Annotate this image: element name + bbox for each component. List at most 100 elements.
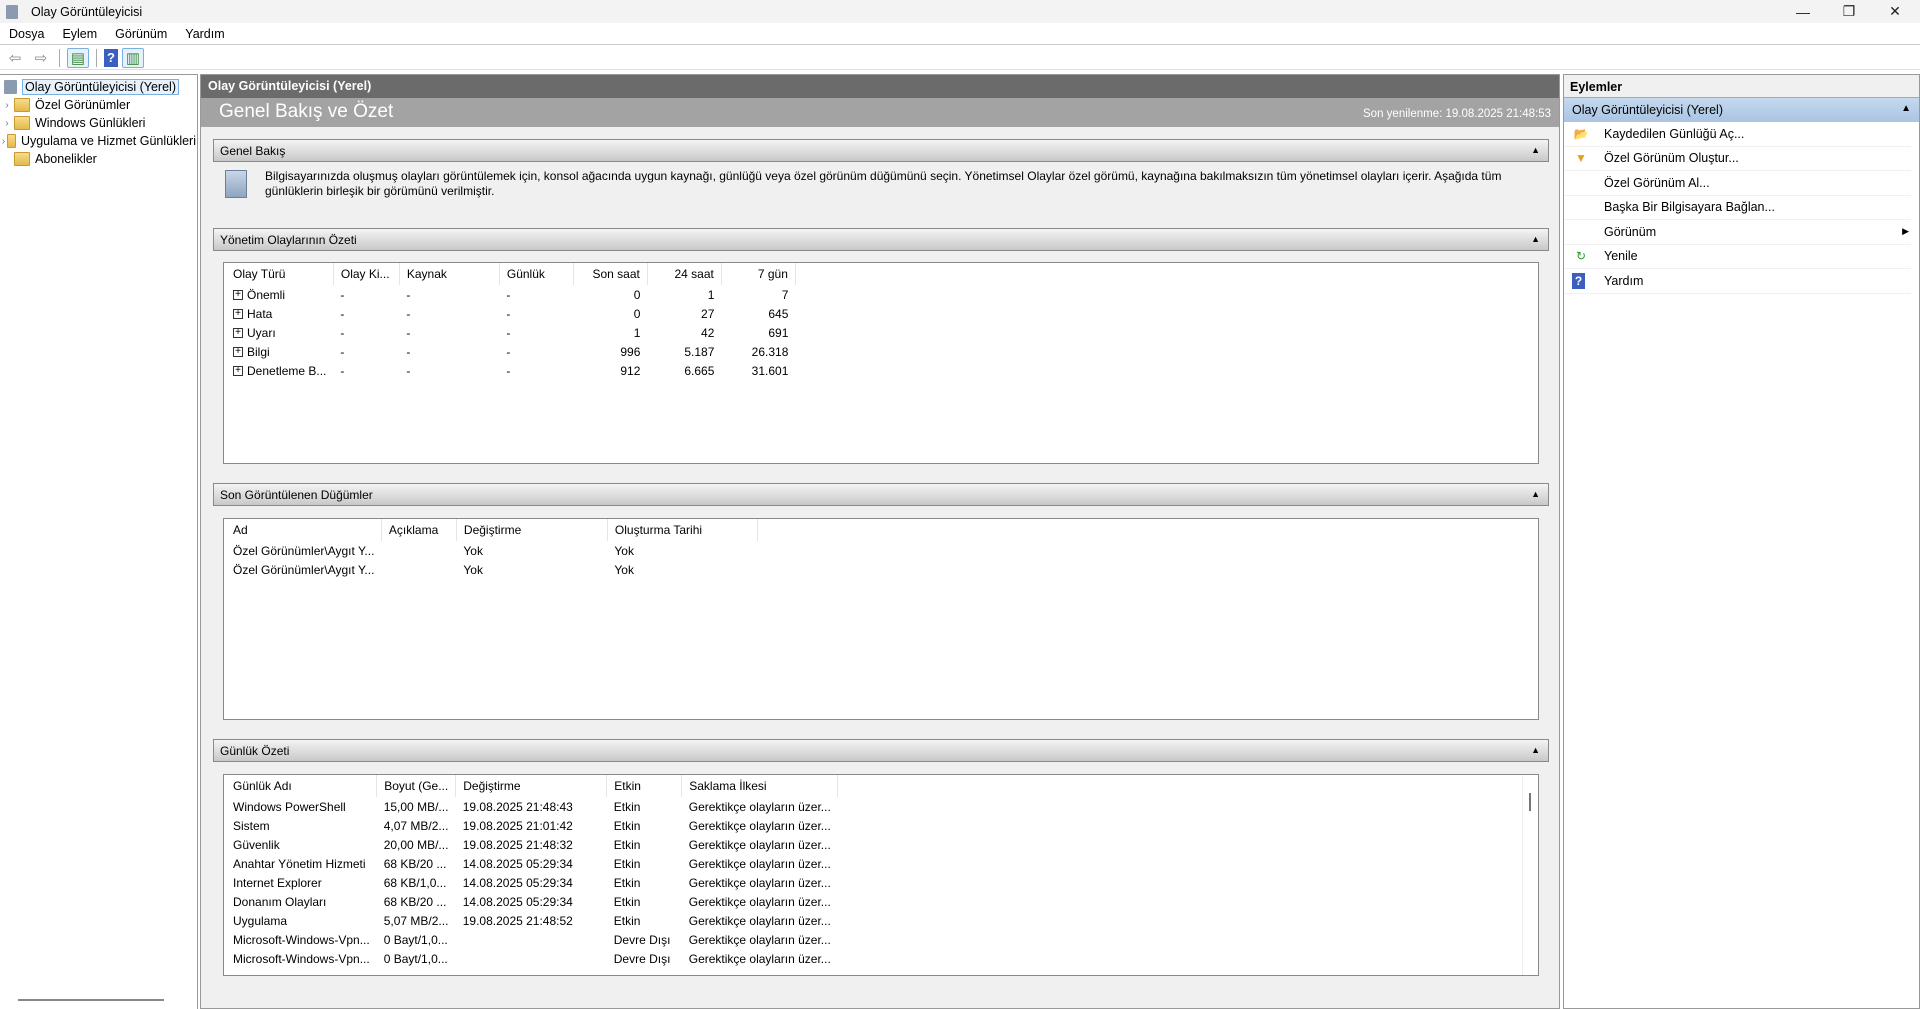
collapse-caret-icon[interactable]: ▲ (1531, 145, 1540, 155)
section-admin-summary-header[interactable]: Yönetim Olaylarının Özeti ▲ (213, 228, 1549, 251)
table-row[interactable]: Özel Görünümler\Aygıt Y... Yok Yok (226, 560, 757, 579)
column-header[interactable]: Kaynak (399, 263, 500, 285)
logs-folder-icon (14, 116, 30, 130)
column-header[interactable]: 24 saat (647, 263, 722, 285)
show-hide-console-tree-icon[interactable]: ▤ (67, 47, 89, 68)
menu-bar: Dosya Eylem Görünüm Yardım (0, 23, 1920, 45)
collapse-caret-icon[interactable]: ▲ (1531, 489, 1540, 499)
action-item[interactable]: Başka Bir Bilgisayara Bağlan... (1564, 196, 1911, 220)
action-item[interactable]: ↻ Yenile (1564, 245, 1911, 269)
menu-gorunum[interactable]: Görünüm (106, 27, 176, 41)
submenu-arrow-icon: ▶ (1902, 226, 1909, 237)
table-row[interactable]: Internet Explorer 68 KB/1,0... 14.08.2025 … (226, 873, 838, 892)
menu-yardim[interactable]: Yardım (176, 27, 233, 41)
tree-item-root[interactable]: Olay Görüntüleyicisi (Yerel) (0, 78, 197, 96)
folder-icon (14, 152, 30, 166)
content-pane: Olay Görüntüleyicisi (Yerel) Genel Bakış… (200, 74, 1560, 1009)
expand-plus-icon[interactable]: + (233, 328, 243, 339)
table-row[interactable]: + Denetleme B... - - -912 6.665 31.601 (226, 361, 795, 380)
show-hide-action-pane-icon[interactable]: ▥ (122, 47, 144, 68)
column-header[interactable]: 7 gün (721, 263, 796, 285)
table-cell: 14.08.2025 05:29:34 (462, 856, 573, 871)
table-cell: Etkin (613, 875, 641, 890)
table-row[interactable]: + Uyarı - - -1 42 691 (226, 323, 795, 342)
toolbar-separator (96, 48, 97, 67)
action-item[interactable]: ? Yardım (1564, 269, 1911, 294)
expand-plus-icon[interactable]: + (233, 290, 243, 301)
menu-dosya[interactable]: Dosya (0, 27, 53, 41)
action-item[interactable]: ▼ Özel Görünüm Oluştur... (1564, 147, 1911, 171)
tree-item-custom-views[interactable]: › Özel Görünümler (0, 96, 197, 114)
column-header[interactable]: Olay Türü (226, 263, 334, 285)
section-overview-header[interactable]: Genel Bakış ▲ (213, 139, 1549, 162)
tree-item-app-service-logs[interactable]: › Uygulama ve Hizmet Günlükleri (0, 132, 196, 150)
column-header[interactable]: Oluşturma Tarihi (607, 519, 758, 541)
horizontal-scrollbar[interactable] (18, 999, 164, 1001)
expand-plus-icon[interactable]: + (233, 347, 243, 358)
expand-chevron-icon[interactable]: › (0, 118, 14, 129)
table-cell: 0 Bayt/1,0... (383, 932, 448, 947)
close-button[interactable]: ✕ (1872, 0, 1918, 23)
back-arrow-icon[interactable]: ⇦ (4, 48, 26, 68)
table-row[interactable]: Uygulama 5,07 MB/2... 19.08.2025 21:48:52 E… (226, 911, 838, 930)
table-cell: - (506, 344, 511, 359)
column-header[interactable]: Günlük (499, 263, 574, 285)
column-header[interactable]: Günlük Adı (226, 775, 378, 797)
table-cell: 5.187 (684, 344, 715, 359)
table-row[interactable]: Windows PowerShell 15,00 MB/... 19.08.2025… (226, 797, 838, 816)
table-row[interactable]: + Önemli - - -0 1 7 (226, 285, 795, 304)
maximize-button[interactable]: ❐ (1826, 0, 1872, 23)
section-recent-nodes-header[interactable]: Son Görüntülenen Düğümler ▲ (213, 483, 1549, 506)
menu-eylem[interactable]: Eylem (53, 27, 106, 41)
column-header[interactable]: Saklama İlkesi (681, 775, 839, 797)
actions-section-header[interactable]: Olay Görüntüleyicisi (Yerel) ▲ (1564, 98, 1919, 122)
forward-arrow-icon[interactable]: ⇨ (30, 48, 52, 68)
column-header[interactable]: Etkin (606, 775, 683, 797)
table-row[interactable]: Özel Görünümler\Aygıt Y... Yok Yok (226, 541, 757, 560)
column-header[interactable]: Olay Ki... (333, 263, 400, 285)
column-header[interactable]: Değiştirme (456, 519, 608, 541)
table-cell: 912 (620, 363, 641, 378)
tree-item-subscriptions[interactable]: Abonelikler (0, 150, 197, 168)
section-log-summary-header[interactable]: Günlük Özeti ▲ (213, 739, 1549, 762)
help-icon[interactable]: ? (104, 48, 118, 67)
table-row[interactable]: + Bilgi - - -996 5.187 26.318 (226, 342, 795, 361)
table-cell: 20,00 MB/... (383, 837, 449, 852)
column-header[interactable]: Değiştirme (455, 775, 608, 797)
vertical-scrollbar[interactable] (1522, 775, 1538, 975)
table-cell: - (506, 287, 511, 302)
collapse-caret-icon[interactable]: ▲ (1901, 103, 1911, 114)
collapse-caret-icon[interactable]: ▲ (1531, 234, 1540, 244)
expand-chevron-icon[interactable]: › (0, 100, 14, 111)
column-header[interactable]: Ad (226, 519, 382, 541)
column-header[interactable]: Açıklama (381, 519, 457, 541)
action-item[interactable]: 📂 Kaydedilen Günlüğü Aç... (1564, 122, 1911, 147)
table-cell: Etkin (613, 837, 641, 852)
table-row[interactable]: Microsoft-Windows-Vpn... 0 Bayt/1,0... Dev… (226, 930, 838, 949)
table-cell: 1 (633, 325, 641, 340)
table-cell: Sistem (233, 818, 270, 833)
table-header: Olay Türü Olay Ki... Kaynak Günlük Son s… (226, 263, 796, 285)
table-row[interactable]: Güvenlik 20,00 MB/... 19.08.2025 21:48:32 E… (226, 835, 838, 854)
table-cell: - (406, 306, 411, 321)
table-cell: 19.08.2025 21:48:32 (462, 837, 573, 852)
expand-plus-icon[interactable]: + (233, 366, 243, 377)
table-cell: Uygulama (233, 913, 288, 928)
table-row[interactable]: Sistem 4,07 MB/2... 19.08.2025 21:01:42 Etk… (226, 816, 838, 835)
table-cell: 14.08.2025 05:29:34 (462, 894, 573, 909)
table-row[interactable]: Anahtar Yönetim Hizmeti 68 KB/20 ... 14.08… (226, 854, 838, 873)
expand-chevron-icon[interactable]: › (0, 136, 7, 147)
action-item[interactable]: Görünüm ▶ (1564, 220, 1911, 245)
column-header[interactable]: Son saat (573, 263, 648, 285)
tree-item-windows-logs[interactable]: › Windows Günlükleri (0, 114, 197, 132)
expand-plus-icon[interactable]: + (233, 309, 243, 320)
table-cell: 4,07 MB/2... (383, 818, 449, 833)
table-row[interactable]: + Hata - - -0 27 645 (226, 304, 795, 323)
action-item[interactable]: Özel Görünüm Al... (1564, 171, 1911, 196)
table-row[interactable]: Microsoft-Windows-Vpn... 0 Bayt/1,0... Dev… (226, 949, 838, 968)
minimize-button[interactable]: — (1780, 0, 1826, 23)
table-row[interactable]: Donanım Olayları 68 KB/20 ... 14.08.2025 0… (226, 892, 838, 911)
collapse-caret-icon[interactable]: ▲ (1531, 745, 1540, 755)
table-cell: Özel Görünümler\Aygıt Y... (233, 543, 375, 558)
column-header[interactable]: Boyut (Ge... (376, 775, 457, 797)
